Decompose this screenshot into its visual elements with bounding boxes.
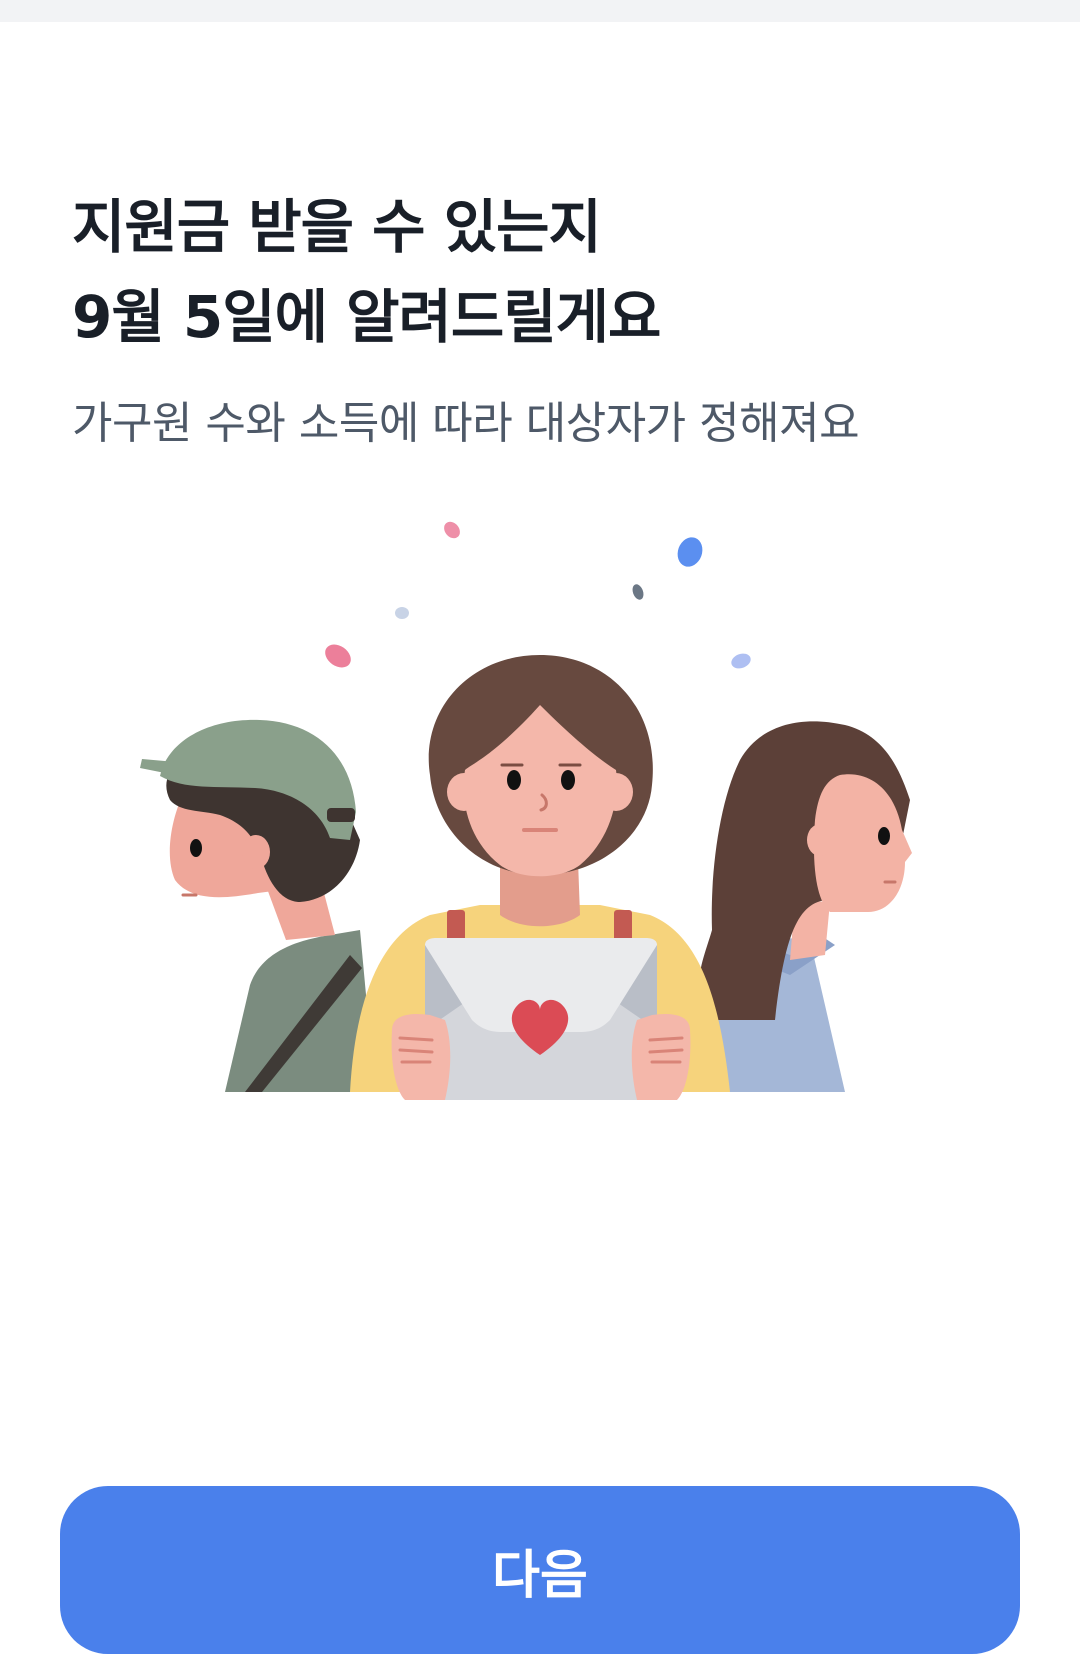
- page-title-line-2: 9월 5일에 알려드릴게요: [72, 283, 661, 351]
- next-button[interactable]: 다음: [60, 1486, 1020, 1654]
- status-bar: [0, 0, 1080, 22]
- girl-figure: [350, 655, 730, 1100]
- boy-figure: [140, 719, 375, 1092]
- woman-figure: [690, 721, 912, 1092]
- page-subtitle: 가구원 수와 소득에 따라 대상자가 정해져요: [72, 398, 860, 449]
- people-with-letter-illustration: [140, 521, 912, 1100]
- page-title-line-1: 지원금 받을 수 있는지: [72, 193, 602, 261]
- page-title: 지원금 받을 수 있는지 9월 5일에 알려드릴게요: [72, 182, 661, 362]
